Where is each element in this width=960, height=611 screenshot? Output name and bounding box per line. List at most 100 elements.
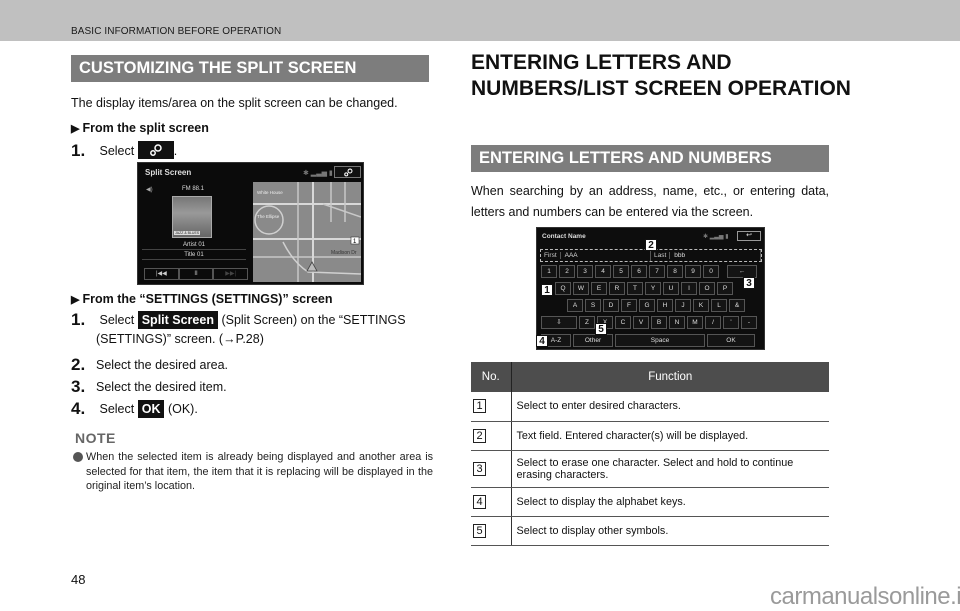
- key[interactable]: T: [627, 282, 643, 295]
- key[interactable]: S: [585, 299, 601, 312]
- shift-key[interactable]: ⇩: [541, 316, 577, 329]
- key[interactable]: 0: [703, 265, 719, 278]
- callout-2: 2: [645, 239, 657, 251]
- key[interactable]: U: [663, 282, 679, 295]
- row-number: 1: [473, 399, 486, 414]
- key[interactable]: ': [723, 316, 739, 329]
- split-screen-title: Split Screen: [145, 168, 192, 177]
- last-name-field[interactable]: Last bbb: [651, 250, 761, 261]
- key[interactable]: H: [657, 299, 673, 312]
- key[interactable]: /: [705, 316, 721, 329]
- map-panel[interactable]: 1 Madison Dr White House The Ellipse: [253, 182, 361, 282]
- album-art: JAZZ & BLUES: [172, 196, 212, 238]
- key[interactable]: E: [591, 282, 607, 295]
- key[interactable]: N: [669, 316, 685, 329]
- key[interactable]: -: [741, 316, 757, 329]
- settings-icon: [344, 168, 353, 177]
- key[interactable]: Q: [555, 282, 571, 295]
- map-graphic: 1 Madison Dr White House The Ellipse: [253, 182, 361, 282]
- space-key[interactable]: Space: [615, 334, 705, 347]
- key[interactable]: V: [633, 316, 649, 329]
- track-label: Title 01: [142, 252, 246, 260]
- svg-text:The Ellipse: The Ellipse: [257, 214, 280, 219]
- step-1-settings: 1. Select Split Screen (Split Screen) on…: [71, 310, 406, 329]
- table-header-row: No. Function: [471, 362, 829, 392]
- key[interactable]: &: [729, 299, 745, 312]
- ok-key[interactable]: OK: [707, 334, 755, 347]
- note-item: When the selected item is already being …: [73, 450, 433, 494]
- row-number: 5: [473, 523, 486, 538]
- key[interactable]: F: [621, 299, 637, 312]
- split-settings-button[interactable]: [334, 166, 361, 178]
- triangle-bullet-icon: ▶: [71, 123, 80, 135]
- running-header: BASIC INFORMATION BEFORE OPERATION: [71, 26, 282, 37]
- first-name-field[interactable]: First AAA: [541, 250, 651, 261]
- key[interactable]: 3: [577, 265, 593, 278]
- number-row: 1 2 3 4 5 6 7 8 9 0 ←: [541, 265, 757, 278]
- audio-panel[interactable]: ◀) FM 88.1 JAZZ & BLUES Artist 01 Title …: [142, 182, 250, 282]
- split-screen-button[interactable]: Split Screen: [137, 311, 218, 329]
- entering-intro: When searching by an address, name, etc.…: [471, 184, 829, 219]
- row-function: Select to display the alphabet keys.: [511, 487, 829, 517]
- key[interactable]: 5: [613, 265, 629, 278]
- key[interactable]: O: [699, 282, 715, 295]
- svg-text:Madison Dr: Madison Dr: [331, 250, 357, 256]
- asdf-row: A S D F G H J K L &: [567, 299, 745, 312]
- playback-controls: |◀◀ II ▶▶|: [144, 268, 249, 280]
- other-key[interactable]: Other: [573, 334, 613, 347]
- ok-button[interactable]: OK: [137, 400, 165, 418]
- row-number: 2: [473, 428, 486, 443]
- row-function: Select to enter desired characters.: [511, 392, 829, 422]
- key[interactable]: Z: [579, 316, 595, 329]
- key[interactable]: D: [603, 299, 619, 312]
- key[interactable]: 9: [685, 265, 701, 278]
- callout-3: 3: [743, 277, 755, 289]
- settings-icon: [149, 144, 162, 156]
- key[interactable]: 7: [649, 265, 665, 278]
- row-function: Select to display other symbols.: [511, 516, 829, 546]
- method-heading-settings: ▶ From the “SETTINGS (SETTINGS)” screen: [71, 292, 333, 306]
- row-function: Select to erase one character. Select an…: [511, 450, 829, 488]
- table-row: 5 Select to display other symbols.: [471, 516, 829, 546]
- station-label: FM 88.1: [182, 186, 205, 192]
- key[interactable]: B: [651, 316, 667, 329]
- key[interactable]: C: [615, 316, 631, 329]
- key[interactable]: I: [681, 282, 697, 295]
- key[interactable]: 6: [631, 265, 647, 278]
- key[interactable]: M: [687, 316, 703, 329]
- key[interactable]: K: [693, 299, 709, 312]
- status-icons: ✱ ▂▃▅ ▮: [703, 234, 729, 240]
- row-number: 4: [473, 494, 486, 509]
- next-track-button[interactable]: ▶▶|: [213, 268, 249, 280]
- split-screen-figure: Split Screen ✱ ▂▃▅ ▮ ◀) FM 88.1 JAZZ & B…: [137, 162, 364, 285]
- keyboard-figure: Contact Name ✱ ▂▃▅ ▮ ↩ First AAA Last bbb …: [536, 227, 765, 350]
- section-title-customizing: CUSTOMIZING THE SPLIT SCREEN: [71, 55, 429, 82]
- step-1-continuation: (SETTINGS)” screen. (→P.28): [96, 332, 264, 346]
- key[interactable]: 2: [559, 265, 575, 278]
- back-button[interactable]: ↩: [737, 231, 761, 241]
- artist-label: Artist 01: [142, 242, 246, 250]
- step-4: 4. Select OK (OK).: [71, 399, 198, 418]
- header-function: Function: [511, 362, 829, 392]
- callout-4: 4: [536, 335, 548, 347]
- key[interactable]: W: [573, 282, 589, 295]
- key[interactable]: R: [609, 282, 625, 295]
- key[interactable]: 4: [595, 265, 611, 278]
- key[interactable]: P: [717, 282, 733, 295]
- pause-button[interactable]: II: [178, 268, 214, 280]
- settings-button[interactable]: [137, 141, 174, 159]
- key[interactable]: A: [567, 299, 583, 312]
- svg-text:White House: White House: [257, 190, 283, 195]
- header-no: No.: [471, 362, 512, 392]
- step-1-split: 1. Select .: [71, 141, 178, 160]
- top-band: BASIC INFORMATION BEFORE OPERATION: [0, 0, 960, 41]
- key[interactable]: L: [711, 299, 727, 312]
- key[interactable]: J: [675, 299, 691, 312]
- table-row: 1 Select to enter desired characters.: [471, 392, 829, 422]
- key[interactable]: Y: [645, 282, 661, 295]
- key[interactable]: 1: [541, 265, 557, 278]
- watermark: carmanualsonline.info: [770, 583, 960, 610]
- key[interactable]: 8: [667, 265, 683, 278]
- key[interactable]: G: [639, 299, 655, 312]
- previous-track-button[interactable]: |◀◀: [144, 268, 179, 280]
